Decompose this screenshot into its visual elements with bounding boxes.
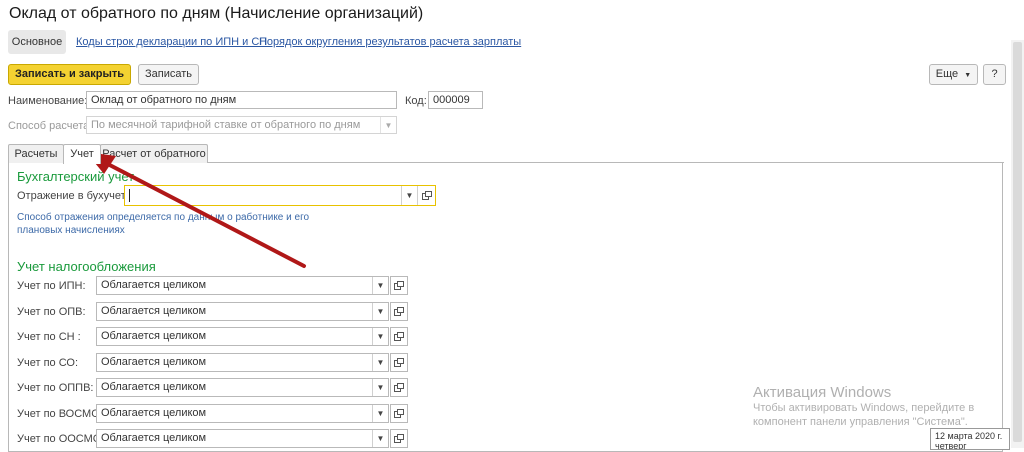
watermark-title: Активация Windows (753, 384, 892, 401)
watermark-line-2: Чтобы активировать Windows, перейдите в (753, 402, 975, 414)
clock-date: 12 марта 2020 г. (935, 431, 1003, 441)
windows-activation-watermark: Активация Windows Чтобы активировать Win… (753, 384, 974, 429)
clock-day: четверг (935, 441, 967, 450)
taskbar-clock[interactable]: 12 марта 2020 г. четверг (930, 428, 1010, 450)
tab-accounting[interactable]: Учет (63, 144, 101, 164)
watermark-line-3: компонент панели управления "Система". (753, 416, 968, 428)
annotation-arrow (86, 152, 306, 268)
